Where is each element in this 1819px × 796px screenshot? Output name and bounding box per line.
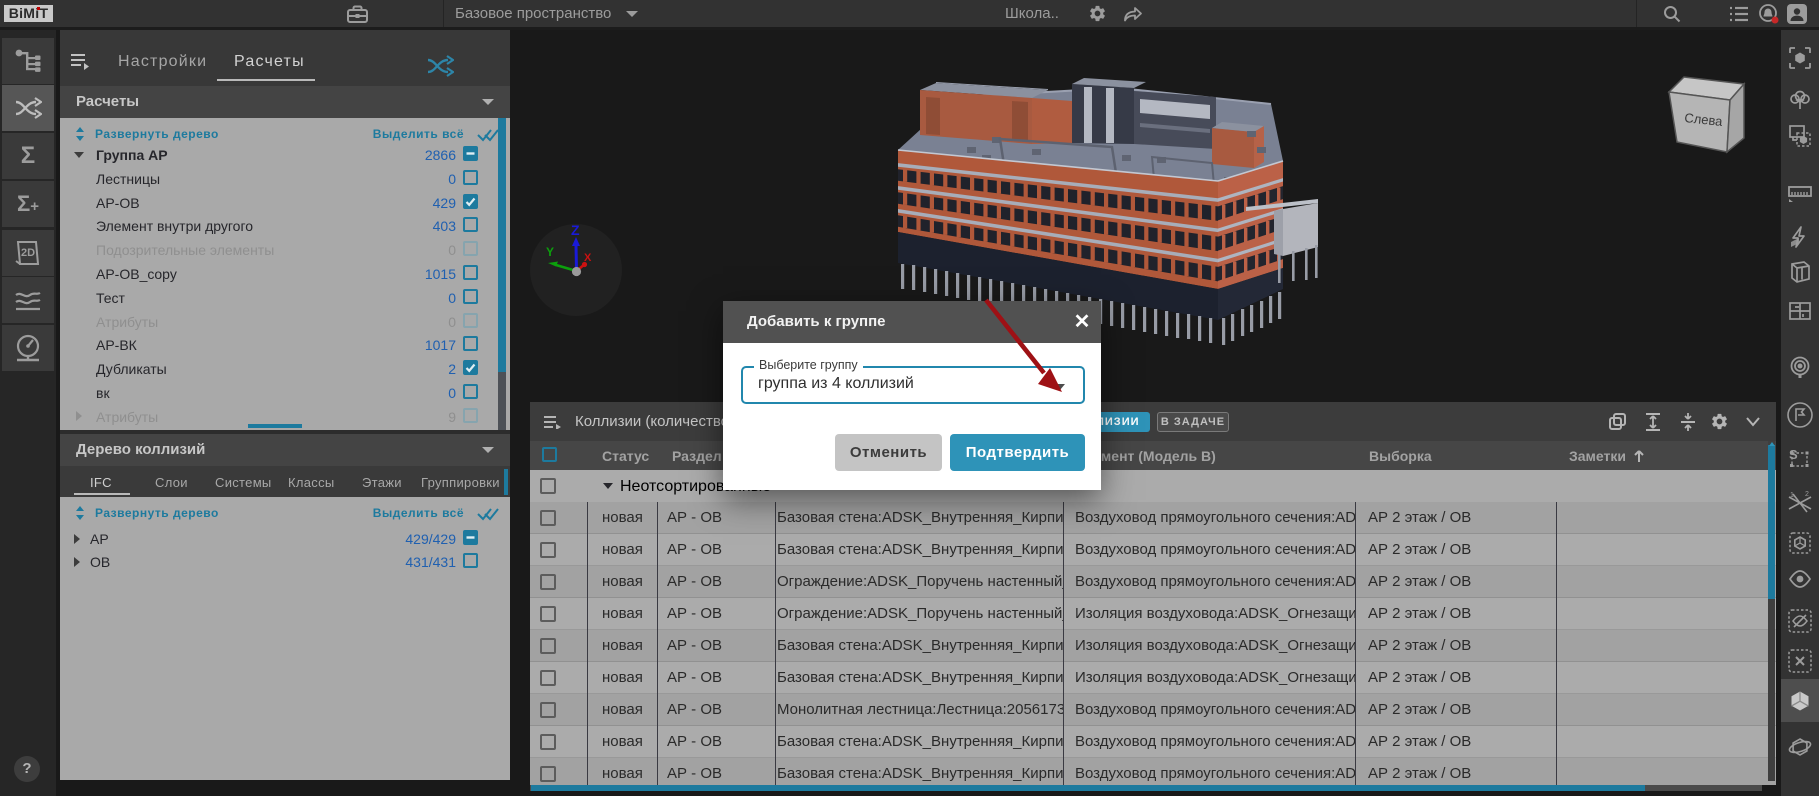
svg-text:Y: Y	[546, 245, 554, 259]
svg-text:2: 2	[1805, 491, 1809, 498]
svg-text:X: X	[584, 252, 592, 264]
svg-text:Z: Z	[571, 222, 580, 238]
svg-text:2D: 2D	[21, 247, 35, 259]
svg-text:1: 1	[1790, 492, 1794, 499]
